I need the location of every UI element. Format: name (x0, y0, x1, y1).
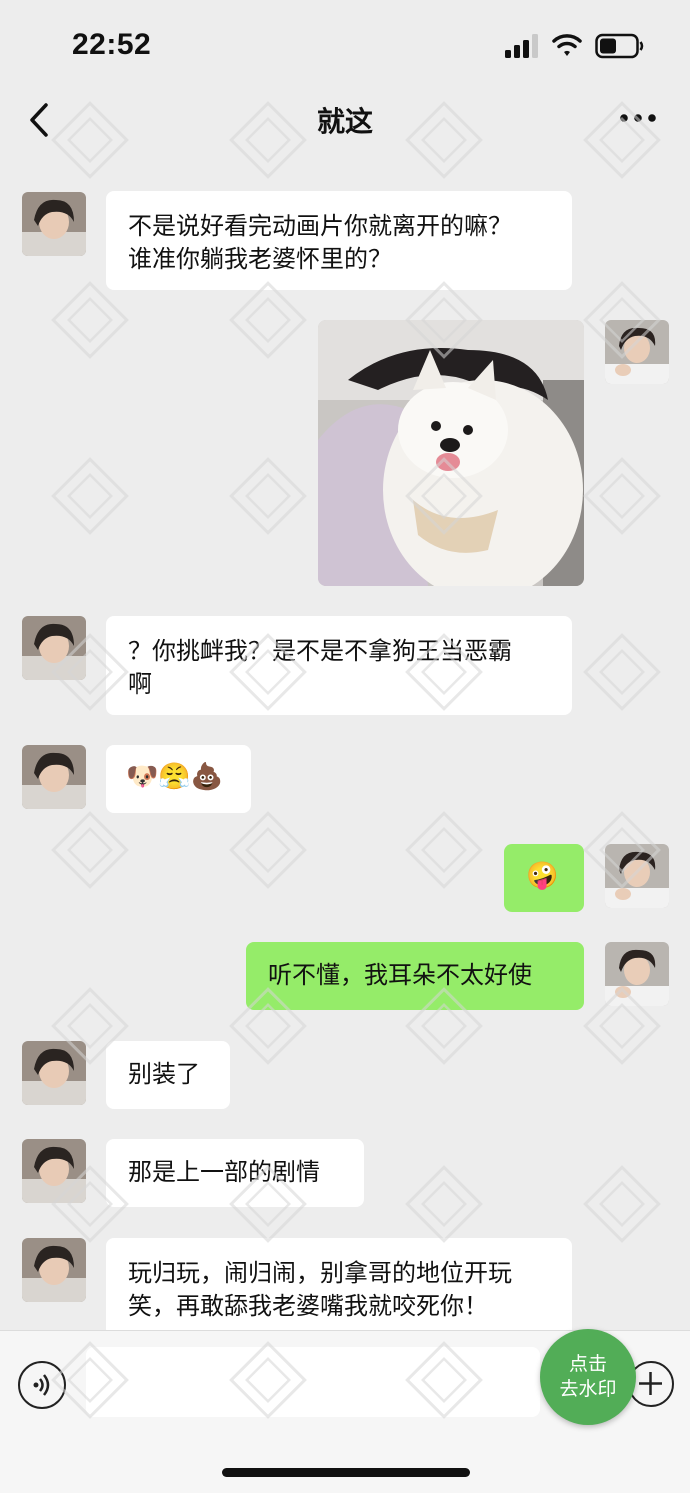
message-bubble-incoming[interactable]: 🐶😤💩 (106, 745, 251, 813)
message-emoji: 🐶😤💩 (126, 762, 224, 792)
voice-button[interactable] (18, 1361, 66, 1409)
battery-icon (595, 33, 644, 59)
message-emoji: 🤪 (526, 861, 559, 891)
contact-avatar[interactable] (22, 1238, 86, 1302)
message-text-line: 不是说好看完动画片你就离开的嘛？ (128, 212, 512, 240)
status-bar: 22:52 (0, 0, 690, 90)
plus-circle-icon (639, 1372, 662, 1395)
remove-watermark-label: 去水印 (559, 1378, 617, 1400)
message-bubble-incoming[interactable]: 不是说好看完动画片你就离开的嘛？ 谁准你躺我老婆怀里的？ (106, 191, 572, 290)
message-bubble-incoming[interactable]: ？你挑衅我？是不是不拿狗王当恶霸 啊 (106, 616, 572, 715)
chat-title: 就这 (316, 105, 373, 138)
message-input[interactable] (86, 1347, 540, 1417)
message-image-outgoing[interactable] (318, 320, 584, 586)
my-avatar[interactable] (605, 942, 669, 1006)
contact-avatar[interactable] (22, 745, 86, 809)
contact-avatar[interactable] (22, 1041, 86, 1105)
message-text-line: 谁准你躺我老婆怀里的？ (128, 245, 392, 273)
message-text-line: 玩归玩，闹归闹，别拿哥的地位开玩 (128, 1259, 512, 1287)
wifi-icon (552, 34, 582, 56)
message-bubble-outgoing[interactable]: 🤪 (504, 844, 584, 912)
message-text-line: 那是上一部的剧情 (128, 1158, 320, 1186)
photo-dog-hug-icon (318, 320, 584, 586)
message-bubble-incoming[interactable]: 玩归玩，闹归闹，别拿哥的地位开玩 笑，再敢舔我老婆嘴我就咬死你！ (106, 1238, 572, 1337)
message-bubble-outgoing[interactable]: 听不懂，我耳朵不太好使 (246, 942, 584, 1010)
remove-watermark-label: 点击 (568, 1353, 607, 1375)
message-text-line: 笑，再敢舔我老婆嘴我就咬死你！ (128, 1292, 488, 1320)
contact-avatar[interactable] (22, 616, 86, 680)
message-bubble-incoming[interactable]: 别装了 (106, 1041, 230, 1109)
signal-icon (505, 34, 538, 58)
my-avatar[interactable] (605, 320, 669, 384)
voice-icon (33, 1374, 50, 1396)
message-text-line: 啊 (128, 670, 152, 698)
home-indicator[interactable] (222, 1468, 470, 1477)
remove-watermark-button[interactable]: 点击 去水印 (540, 1329, 636, 1425)
chat-header: 就这 (0, 86, 690, 154)
message-text-line: 听不懂，我耳朵不太好使 (268, 961, 532, 989)
contact-avatar[interactable] (22, 1139, 86, 1203)
message-bubble-incoming[interactable]: 那是上一部的剧情 (106, 1139, 364, 1207)
contact-avatar[interactable] (22, 192, 86, 256)
my-avatar[interactable] (605, 844, 669, 908)
more-horizontal-icon[interactable] (618, 110, 658, 126)
message-text-line: 别装了 (128, 1060, 200, 1088)
message-text-line: ？你挑衅我？是不是不拿狗王当恶霸 (128, 637, 512, 665)
chat-screen: 22:52 就这 不是说好看完动画片你就离开的嘛？ 谁准你躺我老婆怀里的？ ？你… (0, 0, 690, 1493)
status-time: 22:52 (72, 28, 152, 61)
